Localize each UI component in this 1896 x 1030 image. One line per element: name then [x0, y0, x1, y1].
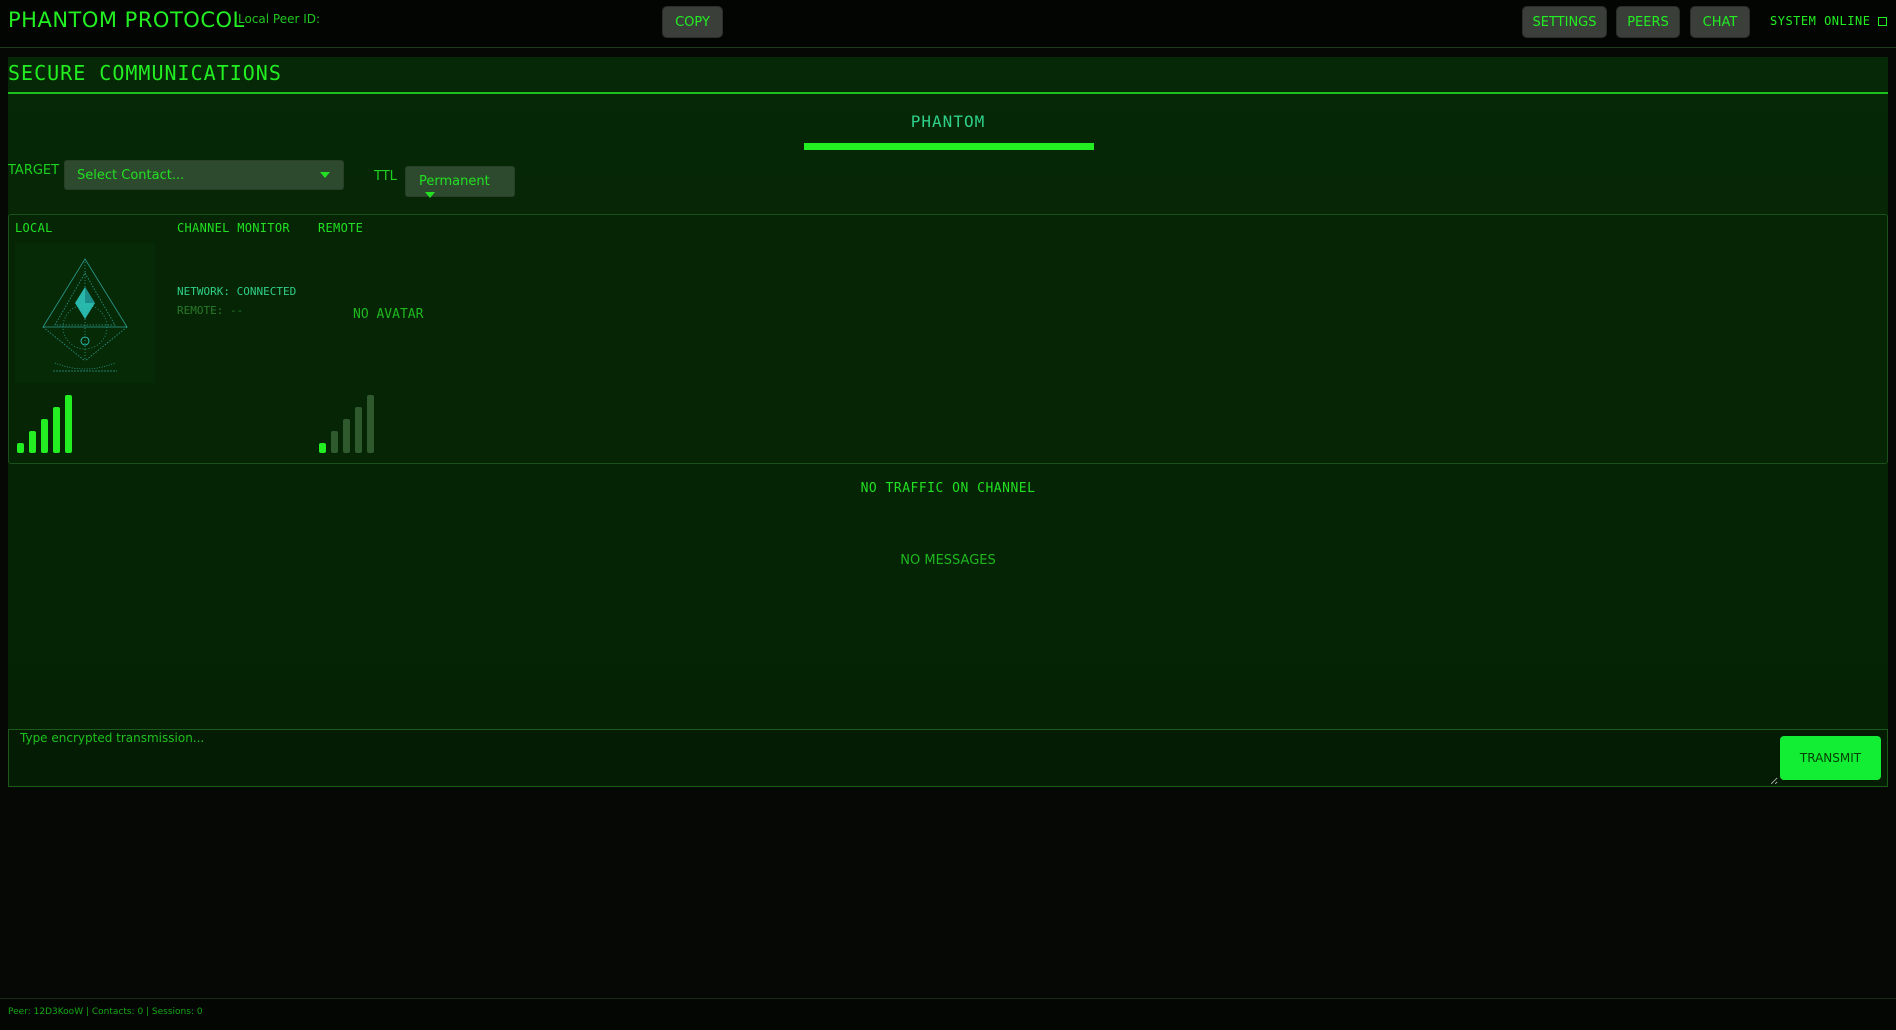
message-composer: TRANSMIT — [8, 729, 1888, 787]
remote-signal-strength-icon — [319, 393, 379, 453]
chat-button[interactable]: CHAT — [1690, 6, 1750, 38]
status-footer: Peer: 12D3KooW | Contacts: 0 | Sessions:… — [0, 998, 1896, 1030]
local-signal-bar — [53, 407, 60, 453]
local-signal-bar — [65, 395, 72, 453]
status-indicator-icon — [1878, 16, 1888, 26]
system-status-text: SYSTEM ONLINE — [1770, 14, 1871, 28]
system-status: SYSTEM ONLINE — [1770, 14, 1888, 28]
chevron-down-icon — [320, 172, 330, 178]
brand-name: PHANTOM — [910, 112, 986, 131]
local-peer-id-label: Local Peer ID: — [238, 12, 321, 26]
channel-monitor-box: LOCAL CHANNEL MONITOR REMOTE NETWORK: CO… — [8, 214, 1888, 464]
remote-signal-bar — [319, 443, 326, 453]
brand-underline — [804, 143, 1094, 150]
ttl-select[interactable]: Permanent — [405, 166, 515, 198]
section-title: SECURE COMMUNICATIONS — [8, 57, 1888, 94]
ttl-label: TTL — [374, 169, 397, 184]
remote-avatar-placeholder: NO AVATAR — [353, 307, 424, 322]
transmit-button[interactable]: TRANSMIT — [1780, 736, 1881, 780]
local-label: LOCAL — [15, 221, 53, 235]
remote-signal-bar — [343, 419, 350, 453]
remote-signal-bar — [355, 407, 362, 453]
target-label: TARGET — [8, 163, 60, 178]
chevron-down-icon — [425, 192, 435, 198]
top-bar: PHANTOM PROTOCOL Local Peer ID: COPY SET… — [0, 0, 1896, 48]
local-avatar — [15, 243, 155, 383]
channel-monitor-label: CHANNEL MONITOR — [177, 221, 290, 235]
app-title: PHANTOM PROTOCOL — [8, 8, 245, 32]
phantom-avatar-icon — [42, 258, 128, 372]
contact-select-value: Select Contact... — [77, 168, 185, 183]
local-signal-bar — [29, 431, 36, 453]
ttl-select-value: Permanent — [419, 174, 490, 189]
contact-select[interactable]: Select Contact... — [64, 160, 344, 190]
message-list-empty: NO MESSAGES — [900, 553, 996, 568]
footer-status: Peer: 12D3KooW | Contacts: 0 | Sessions:… — [8, 1007, 203, 1017]
local-signal-strength-icon — [17, 393, 77, 453]
remote-signal-bar — [367, 395, 374, 453]
local-signal-bar — [41, 419, 48, 453]
secure-communications-panel: SECURE COMMUNICATIONS PHANTOM TARGET Sel… — [8, 57, 1888, 787]
peers-button[interactable]: PEERS — [1616, 6, 1680, 38]
remote-status: REMOTE: -- — [177, 304, 244, 317]
remote-signal-bar — [331, 431, 338, 453]
network-status: NETWORK: CONNECTED — [177, 285, 297, 298]
message-input[interactable] — [10, 731, 1778, 785]
copy-peer-id-button[interactable]: COPY — [662, 6, 723, 38]
local-signal-bar — [17, 443, 24, 453]
settings-button[interactable]: SETTINGS — [1522, 6, 1607, 38]
channel-traffic-status: NO TRAFFIC ON CHANNEL — [860, 481, 1036, 496]
remote-label: REMOTE — [318, 221, 364, 235]
